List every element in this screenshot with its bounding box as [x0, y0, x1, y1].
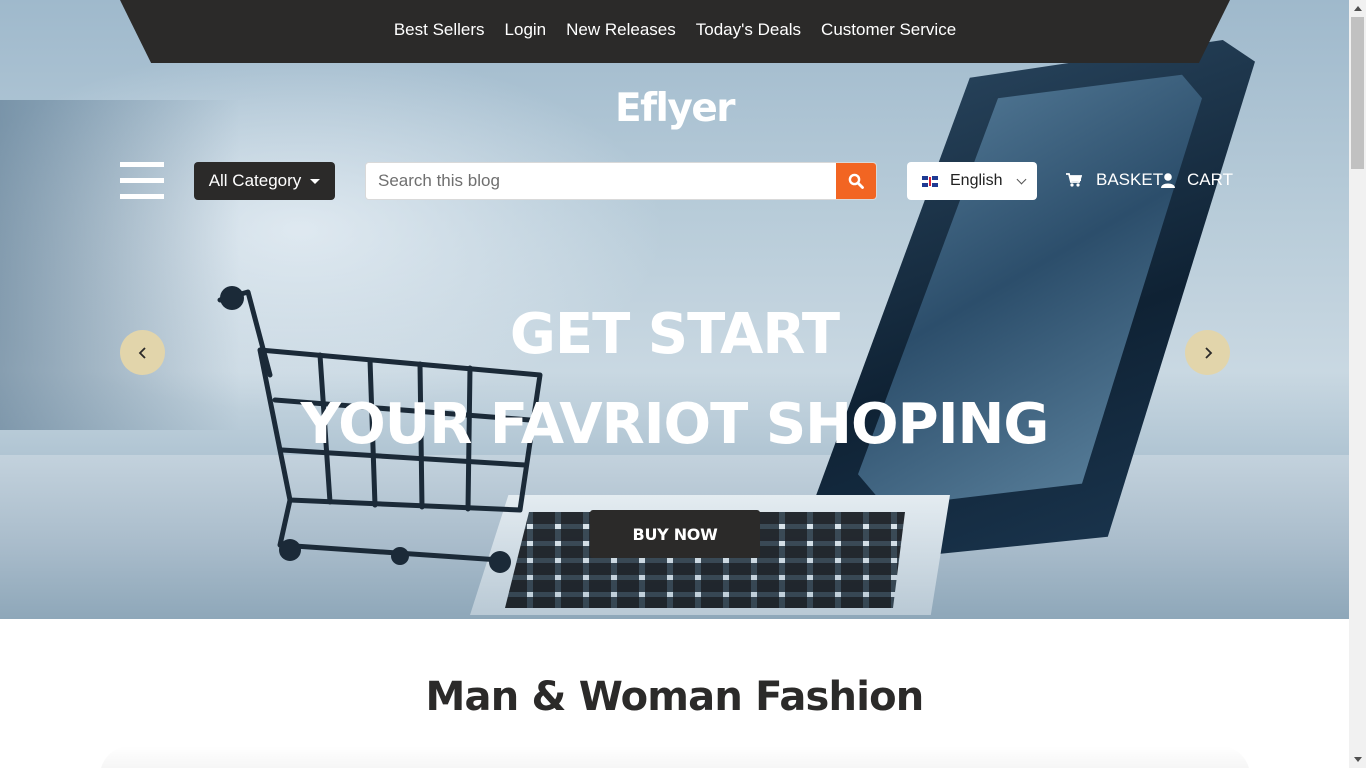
nav-login[interactable]: Login: [505, 20, 547, 43]
cart-label: CART: [1187, 170, 1233, 189]
top-navigation: Best Sellers Login New Releases Today's …: [120, 0, 1230, 63]
cart-link[interactable]: CART: [1161, 168, 1233, 192]
section-title: Man & Woman Fashion: [425, 674, 925, 720]
site-logo[interactable]: Eflyer: [0, 86, 1349, 131]
hamburger-menu-icon[interactable]: [120, 162, 164, 199]
language-selector[interactable]: English: [907, 162, 1037, 200]
scroll-down-button[interactable]: [1349, 751, 1366, 768]
basket-label: BASKET: [1096, 170, 1164, 189]
page-scrollbar[interactable]: [1349, 0, 1366, 768]
basket-link[interactable]: BASKET: [1066, 168, 1163, 192]
search-icon: [848, 173, 864, 189]
nav-new-releases[interactable]: New Releases: [566, 20, 676, 43]
scrollbar-thumb[interactable]: [1351, 17, 1364, 169]
language-label: English: [950, 172, 1003, 189]
scroll-up-button[interactable]: [1349, 0, 1366, 17]
caret-down-icon: [310, 178, 321, 184]
search-input[interactable]: [366, 163, 836, 199]
category-label: All Category: [208, 171, 302, 190]
hero-headline-line2: YOUR FAVRIOT SHOPING: [300, 392, 1050, 457]
buy-now-button[interactable]: BUY NOW: [590, 510, 760, 558]
product-card-strip: [100, 746, 1250, 768]
uk-flag-icon: [922, 175, 938, 187]
chevron-down-icon: [1017, 174, 1027, 184]
search-button[interactable]: [836, 163, 876, 199]
search-bar: [365, 162, 877, 200]
nav-customer-service[interactable]: Customer Service: [821, 20, 956, 43]
nav-todays-deals[interactable]: Today's Deals: [696, 20, 801, 43]
hero-headline-line1: GET START: [509, 302, 840, 367]
nav-best-sellers[interactable]: Best Sellers: [394, 20, 485, 43]
shopping-cart-icon: [1066, 173, 1082, 187]
arrow-up-icon: [1353, 6, 1362, 11]
user-icon: [1161, 172, 1175, 188]
arrow-down-icon: [1353, 757, 1362, 762]
all-category-dropdown[interactable]: All Category: [194, 162, 335, 200]
